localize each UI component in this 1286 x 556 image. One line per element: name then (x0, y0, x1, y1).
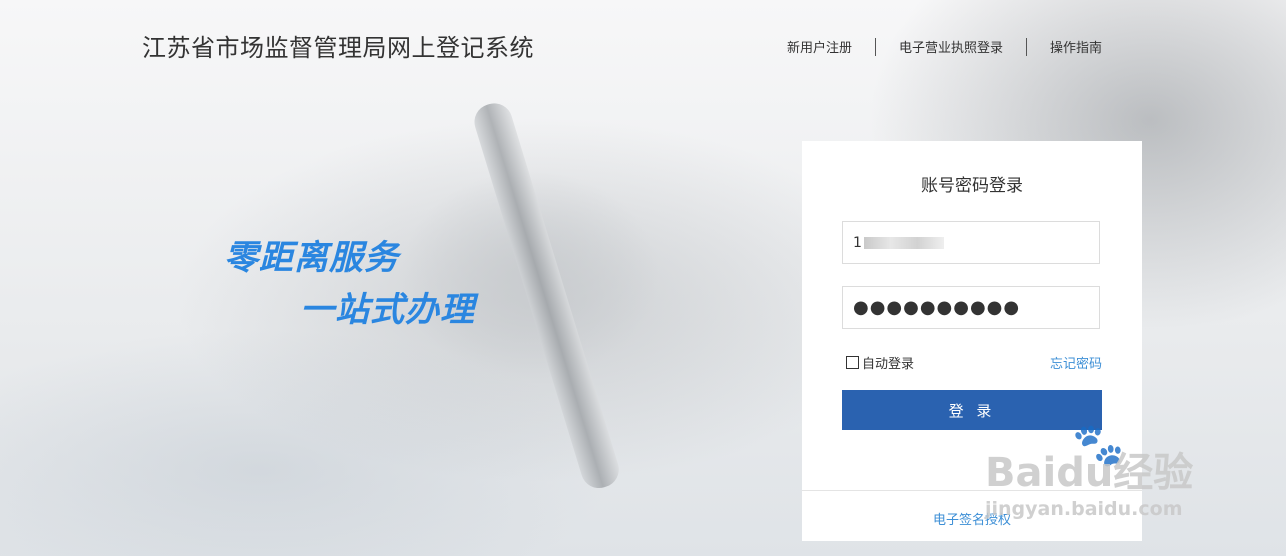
nav-guide-link[interactable]: 操作指南 (1050, 37, 1102, 56)
e-signature-link[interactable]: 电子签名授权 (802, 509, 1142, 528)
nav-divider (1025, 37, 1027, 56)
slogan-line-1: 零距离服务 (224, 238, 399, 278)
forgot-password-link[interactable]: 忘记密码 (1050, 353, 1102, 372)
nav-register-link[interactable]: 新用户注册 (787, 37, 852, 56)
page-title: 江苏省市场监督管理局网上登记系统 (142, 34, 534, 62)
nav-e-license-login-link[interactable]: 电子营业执照登录 (899, 37, 1003, 56)
nav-divider (874, 37, 876, 56)
baidu-paw-icon: 🐾 (1072, 420, 1125, 469)
redacted-username-blur (864, 237, 944, 249)
auto-login-checkbox[interactable]: 自动登录 (846, 353, 914, 372)
login-card: 账号密码登录 自动登录 忘记密码 登 录 电子签名授权 (802, 141, 1142, 541)
password-input[interactable] (842, 286, 1100, 329)
card-divider (802, 490, 1142, 491)
top-nav: 新用户注册 电子营业执照登录 操作指南 (787, 37, 1102, 56)
slogan-line-2: 一站式办理 (300, 290, 475, 330)
login-title: 账号密码登录 (921, 176, 1023, 196)
checkbox-icon[interactable] (846, 356, 859, 369)
auto-login-label: 自动登录 (862, 357, 915, 372)
login-button[interactable]: 登 录 (842, 390, 1102, 430)
